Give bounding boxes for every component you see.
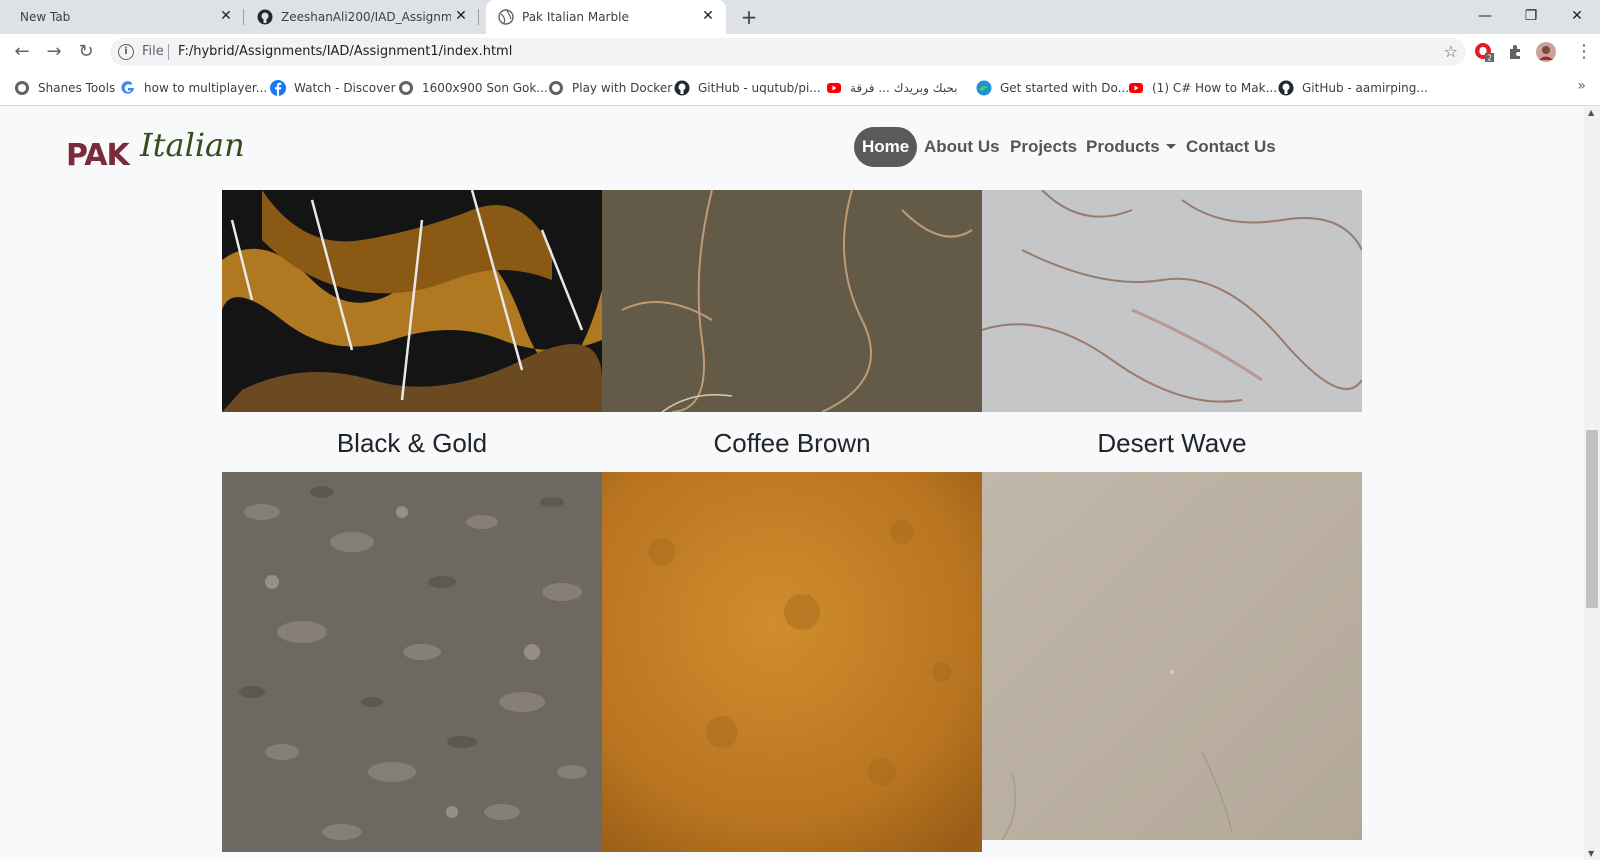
product-caption: Desert Wave bbox=[986, 428, 1358, 459]
browser-toolbar: ← → ↻ i File F:/hybrid/Assignments/IAD/A… bbox=[0, 34, 1600, 70]
bookmark-item[interactable]: GitHub - uqutub/pi... bbox=[674, 79, 821, 97]
nav-home[interactable]: Home bbox=[854, 127, 918, 167]
nav-products-label: Products bbox=[1086, 137, 1160, 156]
marble-image-cream-beige bbox=[982, 472, 1362, 840]
page-viewport: PAK Italian Home About Us Projects Produ… bbox=[0, 106, 1584, 860]
github-icon bbox=[257, 9, 273, 25]
url-text: F:/hybrid/Assignments/IAD/Assignment1/in… bbox=[178, 44, 513, 59]
reload-button[interactable]: ↻ bbox=[74, 40, 98, 64]
product-caption: Black & Gold bbox=[226, 428, 598, 459]
bookmark-item[interactable]: Watch - Discover bbox=[270, 79, 396, 97]
bookmark-item[interactable]: how to multiplayer... bbox=[120, 79, 267, 97]
browser-chrome: New Tab ✕ ZeeshanAli200/IAD_Assignment1 … bbox=[0, 0, 1600, 106]
back-button[interactable]: ← bbox=[10, 40, 34, 64]
close-icon[interactable]: ✕ bbox=[700, 8, 716, 24]
bookmark-item[interactable]: 1600x900 Son Gok... bbox=[398, 79, 548, 97]
product-name: Black & Gold bbox=[336, 428, 488, 458]
tab-strip: New Tab ✕ ZeeshanAli200/IAD_Assignment1 … bbox=[0, 0, 1600, 34]
marble-image-coffee-brown bbox=[602, 190, 982, 412]
tab-pak-italian-marble[interactable]: Pak Italian Marble ✕ bbox=[486, 0, 726, 34]
new-tab-button[interactable]: + bbox=[738, 6, 760, 28]
scrollbar-thumb[interactable] bbox=[1586, 430, 1598, 608]
avatar[interactable] bbox=[1536, 42, 1556, 62]
close-icon[interactable]: ✕ bbox=[453, 8, 469, 24]
logo-mark: PAK bbox=[66, 138, 130, 173]
nav-about-us[interactable]: About Us bbox=[924, 127, 1000, 167]
tab-new-tab[interactable]: New Tab ✕ bbox=[8, 0, 244, 34]
scroll-down-icon[interactable]: ▼ bbox=[1588, 849, 1594, 858]
nav-products[interactable]: Products bbox=[1086, 127, 1176, 167]
tab-title: Pak Italian Marble bbox=[522, 10, 629, 24]
facebook-icon bbox=[270, 80, 286, 96]
marble-image-black-gold bbox=[222, 190, 602, 412]
close-icon[interactable]: ✕ bbox=[218, 8, 234, 24]
tab-github-repo[interactable]: ZeeshanAli200/IAD_Assignment1 ✕ bbox=[245, 0, 479, 34]
globe-icon bbox=[399, 81, 413, 95]
close-window-button[interactable]: ✕ bbox=[1554, 4, 1600, 28]
edge-icon bbox=[976, 80, 992, 96]
scroll-up-icon[interactable]: ▲ bbox=[1588, 108, 1594, 117]
forward-button[interactable]: → bbox=[42, 40, 66, 64]
bookmark-item[interactable]: GitHub - aamirping... bbox=[1278, 79, 1428, 97]
tab-title: New Tab bbox=[20, 10, 71, 24]
caret-down-icon bbox=[1165, 144, 1176, 149]
youtube-icon bbox=[827, 83, 841, 93]
page-scrollbar[interactable]: ▲ ▼ bbox=[1584, 106, 1600, 860]
tab-title: ZeeshanAli200/IAD_Assignment1 bbox=[281, 10, 451, 24]
bookmark-item[interactable]: Shanes Tools bbox=[14, 79, 115, 97]
github-icon bbox=[1278, 80, 1294, 96]
marble-image-golden-yellow bbox=[602, 472, 982, 852]
address-bar[interactable]: i File F:/hybrid/Assignments/IAD/Assignm… bbox=[110, 38, 1466, 66]
extension-adblock-icon[interactable]: 2 bbox=[1474, 42, 1494, 62]
bookmark-star-icon[interactable]: ☆ bbox=[1444, 42, 1458, 61]
bookmark-item[interactable]: Get started with Do... bbox=[976, 79, 1129, 97]
logo-wordmark: Italian bbox=[140, 126, 245, 164]
product-name: Coffee Brown bbox=[713, 428, 871, 458]
nav-projects[interactable]: Projects bbox=[1010, 127, 1077, 167]
globe-icon bbox=[549, 81, 563, 95]
nav-contact-us[interactable]: Contact Us bbox=[1186, 127, 1276, 167]
extension-badge: 2 bbox=[1487, 54, 1492, 63]
menu-kebab-icon[interactable]: ⋮ bbox=[1572, 40, 1596, 64]
site-logo[interactable]: PAK Italian bbox=[66, 124, 245, 173]
bookmark-item[interactable]: (1) C# How to Mak... bbox=[1128, 79, 1277, 97]
globe-icon bbox=[15, 81, 29, 95]
restore-button[interactable]: ❐ bbox=[1508, 4, 1554, 28]
product-caption: Coffee Brown bbox=[606, 428, 978, 459]
github-icon bbox=[674, 80, 690, 96]
globe-icon bbox=[498, 9, 514, 25]
marble-image-grey-fossil bbox=[222, 472, 602, 852]
google-icon bbox=[121, 81, 134, 94]
site-navbar: PAK Italian Home About Us Projects Produ… bbox=[0, 106, 1584, 190]
url-scheme: File bbox=[142, 44, 164, 59]
bookmarks-overflow-icon[interactable]: » bbox=[1577, 78, 1586, 94]
marble-image-desert-wave bbox=[982, 190, 1362, 412]
info-icon[interactable]: i bbox=[118, 44, 134, 60]
bookmark-item[interactable]: بحبك وبريدك ... فرقة bbox=[826, 79, 958, 97]
bookmark-item[interactable]: Play with Docker bbox=[548, 79, 672, 97]
product-name: Desert Wave bbox=[1097, 428, 1247, 458]
minimize-button[interactable]: — bbox=[1462, 4, 1508, 28]
youtube-icon bbox=[1129, 83, 1143, 93]
divider bbox=[168, 44, 169, 60]
puzzle-icon[interactable] bbox=[1506, 42, 1526, 62]
bookmarks-bar: Shanes Tools how to multiplayer... Watch… bbox=[0, 70, 1600, 106]
